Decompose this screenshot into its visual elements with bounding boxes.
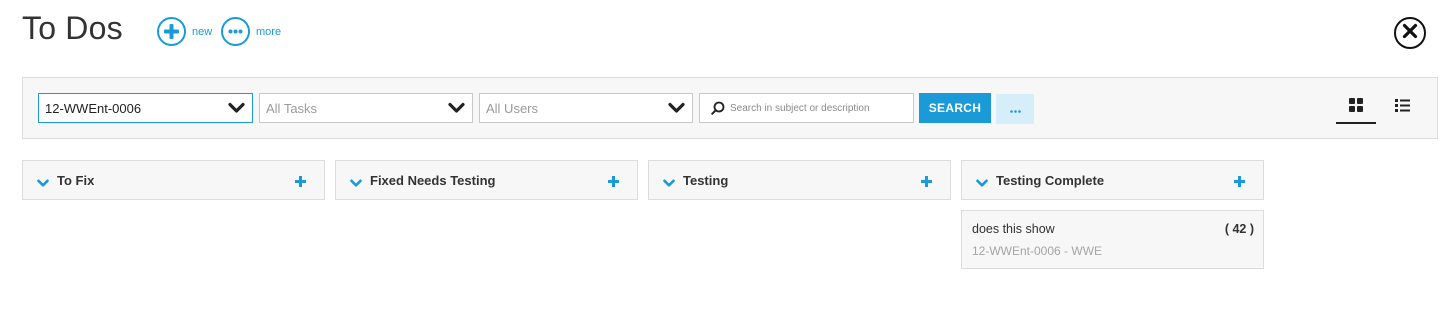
chevron-down-icon[interactable] [350,175,362,193]
tasks-select-value: All Tasks [266,100,318,116]
chevron-down-icon[interactable] [663,175,675,193]
add-icon[interactable] [295,174,306,192]
project-select[interactable]: 12-WWEnt-0006 [38,93,253,123]
search-button[interactable]: SEARCH [919,93,991,123]
task-card[interactable]: does this show ( 42 ) 12-WWEnt-0006 - WW… [961,210,1264,269]
ellipsis-icon [221,17,250,46]
chevron-down-icon[interactable] [976,175,988,193]
plus-icon [157,17,186,46]
more-filters-button[interactable] [996,94,1034,124]
search-field [699,93,914,123]
more-label: more [256,25,282,38]
ellipsis-icon [1009,100,1021,118]
search-icon [711,101,725,120]
close-button[interactable] [1394,17,1426,49]
chevron-down-icon [228,102,245,117]
column-title: Fixed Needs Testing [370,173,496,188]
users-select-value: All Users [486,100,539,116]
list-view-icon [1394,99,1410,117]
add-icon[interactable] [921,174,932,192]
grid-view-toggle[interactable] [1336,92,1376,124]
column-testing: Testing [648,160,951,200]
close-icon [1402,23,1418,44]
task-meta: 12-WWEnt-0006 - WWE [972,244,1103,258]
column-to-fix: To Fix [22,160,325,200]
chevron-down-icon [448,102,465,117]
project-select-value: 12-WWEnt-0006 [45,100,142,116]
column-title: Testing [683,173,729,188]
list-view-toggle[interactable] [1382,92,1422,124]
column-testing-complete: Testing Complete [961,160,1264,200]
new-label: new [192,25,213,38]
search-input[interactable] [730,102,905,114]
grid-view-icon [1349,97,1363,117]
task-count: ( 42 ) [1224,222,1254,236]
column-title: Testing Complete [996,173,1105,188]
more-button[interactable]: more [221,17,281,46]
tasks-select[interactable]: All Tasks [259,93,473,123]
column-title: To Fix [57,173,95,188]
new-button[interactable]: new [157,17,212,46]
task-subject: does this show [972,222,1055,236]
add-icon[interactable] [1234,174,1245,192]
column-fixed-needs-testing: Fixed Needs Testing [335,160,638,200]
add-icon[interactable] [608,174,619,192]
chevron-down-icon[interactable] [37,175,49,193]
users-select[interactable]: All Users [479,93,693,123]
page-title: To Dos [22,10,123,46]
chevron-down-icon [668,102,685,117]
filter-bar: 12-WWEnt-0006 All Tasks All Users SEARCH [22,77,1438,139]
